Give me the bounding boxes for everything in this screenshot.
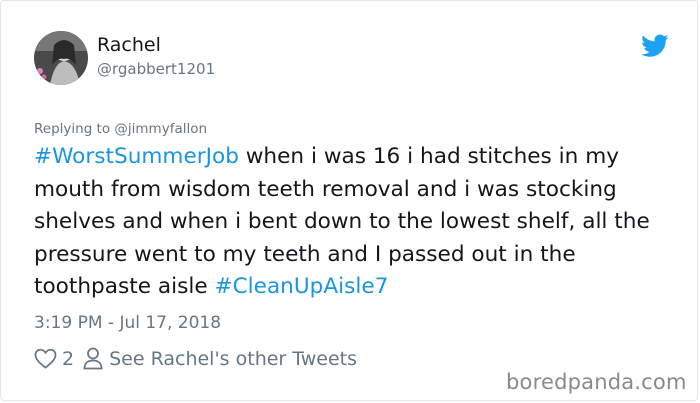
watermark-logo: boredpanda.com	[506, 370, 687, 394]
hashtag-cleanupaisle7[interactable]: #CleanUpAisle7	[214, 274, 388, 299]
reply-context[interactable]: Replying to @jimmyfallon	[34, 121, 207, 137]
avatar[interactable]	[34, 31, 88, 85]
person-icon	[83, 347, 103, 370]
tweet-text: #WorstSummerJob when i was 16 i had stit…	[34, 141, 674, 304]
twitter-bird-icon[interactable]	[641, 34, 669, 58]
heart-icon[interactable]	[34, 348, 57, 369]
tweet-actions: 2 See Rachel's other Tweets	[34, 347, 357, 370]
tweet-card: Rachel @rgabbert1201 Replying to @jimmyf…	[0, 0, 698, 401]
author-name[interactable]: Rachel	[97, 34, 161, 56]
hashtag-worstsummerjob[interactable]: #WorstSummerJob	[34, 144, 239, 169]
other-tweets-link[interactable]: See Rachel's other Tweets	[109, 348, 357, 370]
author-handle[interactable]: @rgabbert1201	[97, 60, 215, 78]
like-count: 2	[62, 347, 75, 370]
timestamp[interactable]: 3:19 PM - Jul 17, 2018	[34, 313, 221, 333]
